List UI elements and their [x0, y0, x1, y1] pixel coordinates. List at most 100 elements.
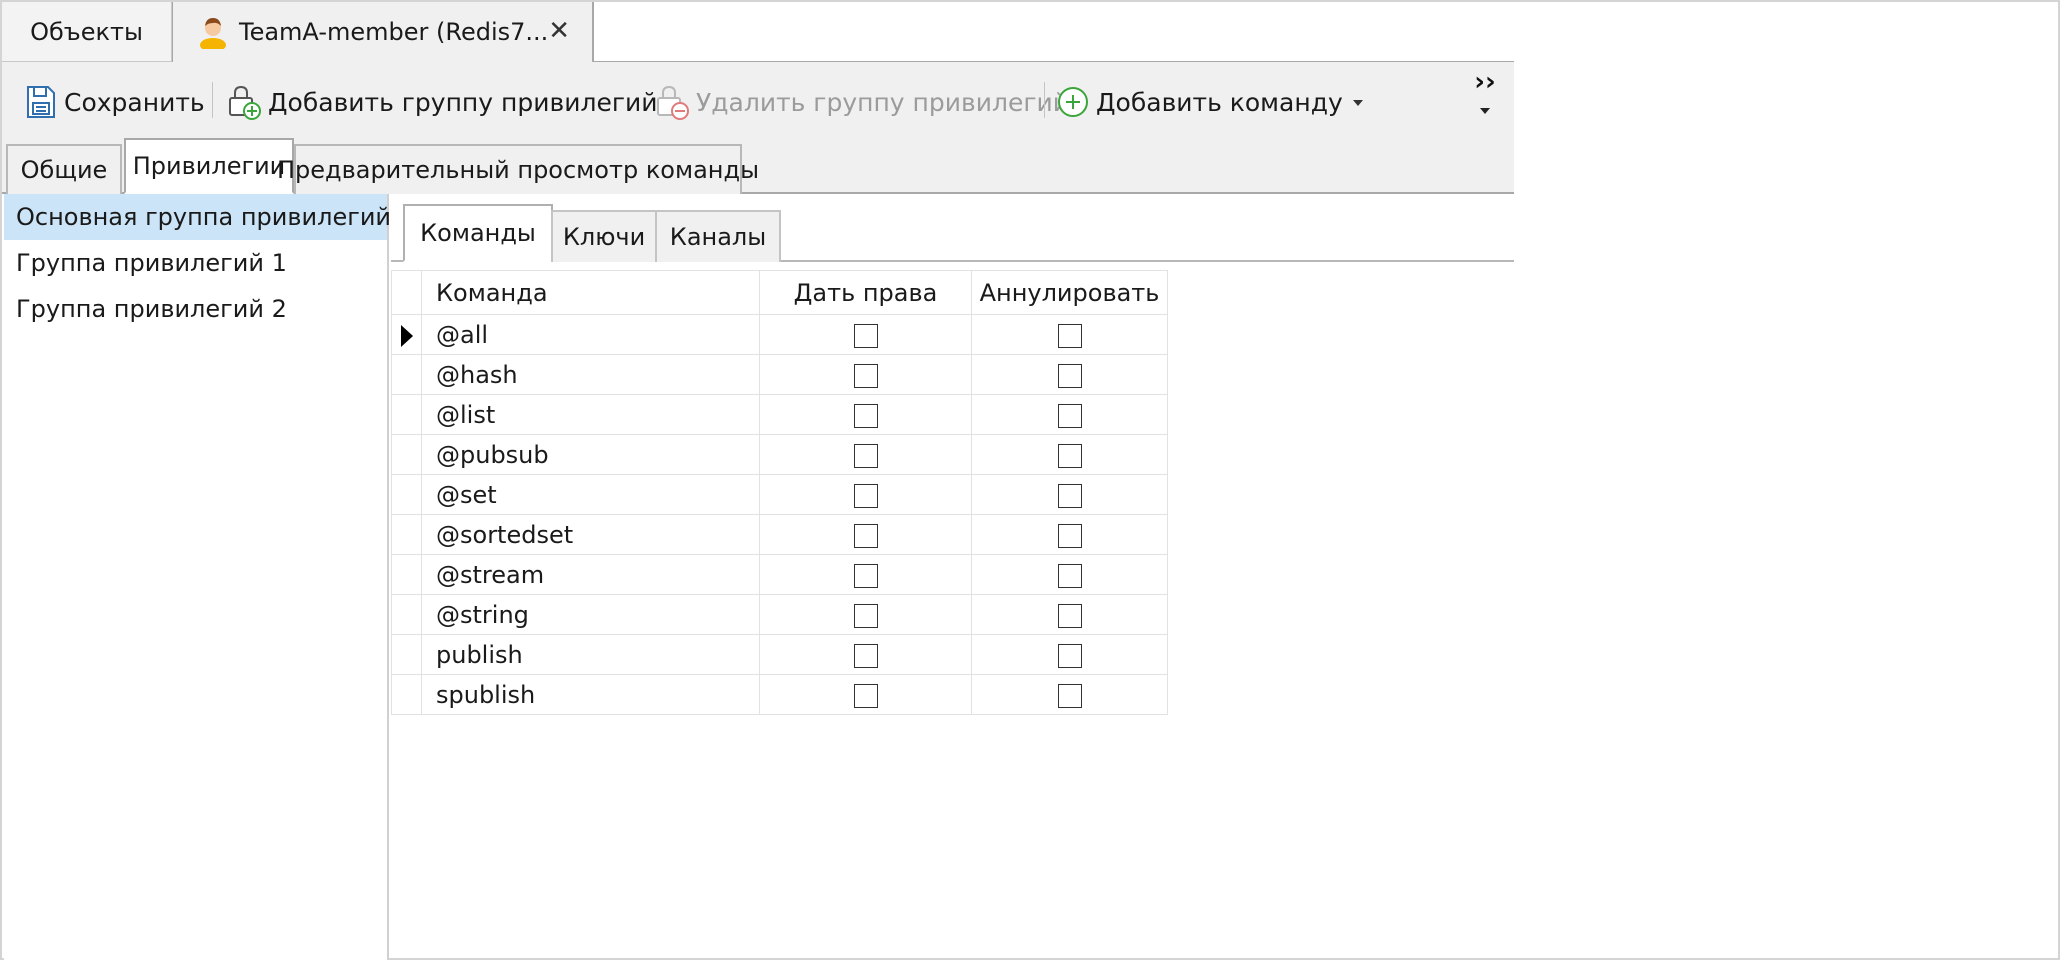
revoke-checkbox[interactable]: [1057, 443, 1082, 468]
revoke-checkbox[interactable]: [1057, 363, 1082, 388]
row-indicator[interactable]: [391, 554, 422, 595]
revoke-cell: [971, 634, 1168, 675]
grant-checkbox[interactable]: [853, 603, 878, 628]
commands-table: Команда Дать права Аннулировать @all @has…: [391, 270, 1168, 715]
revoke-cell: [971, 434, 1168, 475]
list-item-main-group[interactable]: Основная группа привилегий: [4, 194, 391, 240]
table-row[interactable]: spublish: [391, 674, 1168, 715]
column-header-revoke[interactable]: Аннулировать: [971, 270, 1168, 315]
add-lock-icon: [229, 85, 261, 120]
add-command-button[interactable]: Добавить команду: [1056, 82, 1363, 122]
row-indicator[interactable]: [391, 354, 422, 395]
revoke-checkbox[interactable]: [1057, 643, 1082, 668]
row-indicator[interactable]: [391, 474, 422, 515]
save-icon: [27, 86, 55, 118]
delete-privilege-group-button[interactable]: Удалить группу привилегий: [654, 82, 1069, 122]
add-privilege-group-button[interactable]: Добавить группу привилегий: [226, 82, 678, 122]
grant-cell: [759, 554, 972, 595]
grant-cell: [759, 634, 972, 675]
command-cell[interactable]: spublish: [421, 674, 760, 715]
table-row[interactable]: @hash: [391, 354, 1168, 395]
table-row[interactable]: publish: [391, 634, 1168, 675]
table-row[interactable]: @sortedset: [391, 514, 1168, 555]
command-cell[interactable]: @stream: [421, 554, 760, 595]
grant-checkbox[interactable]: [853, 443, 878, 468]
list-item-group-2[interactable]: Группа привилегий 2: [4, 286, 387, 332]
revoke-checkbox[interactable]: [1057, 563, 1082, 588]
tab-general[interactable]: Общие: [6, 144, 122, 194]
grant-checkbox[interactable]: [853, 403, 878, 428]
chevron-down-icon: [1480, 108, 1490, 114]
delete-lock-icon: [657, 85, 689, 120]
chevron-down-icon[interactable]: [1352, 100, 1363, 106]
save-button[interactable]: Сохранить: [24, 82, 205, 122]
revoke-checkbox[interactable]: [1057, 323, 1082, 348]
toolbar-overflow-button[interactable]: ››: [1472, 69, 1498, 126]
tab-keys-label: Ключи: [562, 223, 646, 251]
row-indicator[interactable]: [391, 674, 422, 715]
column-header-grant[interactable]: Дать права: [759, 270, 972, 315]
revoke-cell: [971, 394, 1168, 435]
privilege-group-list: Основная группа привилегий Группа привил…: [4, 194, 391, 960]
revoke-cell: [971, 314, 1168, 355]
command-cell[interactable]: @pubsub: [421, 434, 760, 475]
table-row[interactable]: @string: [391, 594, 1168, 635]
row-indicator[interactable]: [391, 394, 422, 435]
command-cell[interactable]: @string: [421, 594, 760, 635]
grant-cell: [759, 474, 972, 515]
grant-checkbox[interactable]: [853, 563, 878, 588]
tab-channels[interactable]: Каналы: [655, 210, 781, 262]
table-row[interactable]: @list: [391, 394, 1168, 435]
grant-checkbox[interactable]: [853, 363, 878, 388]
column-header-command[interactable]: Команда: [421, 270, 760, 315]
grant-checkbox[interactable]: [853, 523, 878, 548]
list-item-group-1[interactable]: Группа привилегий 1: [4, 240, 387, 286]
row-indicator[interactable]: [391, 514, 422, 555]
revoke-checkbox[interactable]: [1057, 523, 1082, 548]
grant-cell: [759, 314, 972, 355]
row-indicator[interactable]: [391, 314, 422, 355]
command-cell[interactable]: publish: [421, 634, 760, 675]
toolbar: Сохранить Добавить группу привилегий Уда…: [2, 62, 1514, 140]
grant-cell: [759, 514, 972, 555]
row-indicator[interactable]: [391, 634, 422, 675]
add-privilege-group-label: Добавить группу привилегий: [268, 87, 658, 117]
row-indicator[interactable]: [391, 434, 422, 475]
tab-command-preview[interactable]: Предварительный просмотр команды: [277, 144, 759, 194]
tab-privileges[interactable]: Привилегии: [124, 138, 294, 194]
command-cell[interactable]: @hash: [421, 354, 760, 395]
add-circle-icon: [1058, 87, 1088, 117]
tab-commands[interactable]: Команды: [403, 204, 553, 262]
revoke-checkbox[interactable]: [1057, 683, 1082, 708]
grant-cell: [759, 594, 972, 635]
delete-privilege-group-label: Удалить группу привилегий: [696, 87, 1069, 117]
grant-checkbox[interactable]: [853, 683, 878, 708]
save-button-label: Сохранить: [64, 87, 205, 117]
revoke-cell: [971, 474, 1168, 515]
command-cell[interactable]: @list: [421, 394, 760, 435]
toolbar-separator: [212, 82, 213, 118]
table-row[interactable]: @pubsub: [391, 434, 1168, 475]
tab-user-editor[interactable]: TeamA-member (Redis7... ✕: [172, 2, 594, 62]
revoke-checkbox[interactable]: [1057, 403, 1082, 428]
close-icon[interactable]: ✕: [548, 16, 570, 46]
table-row[interactable]: @set: [391, 474, 1168, 515]
row-indicator[interactable]: [391, 594, 422, 635]
revoke-cell: [971, 514, 1168, 555]
command-cell[interactable]: @set: [421, 474, 760, 515]
grant-checkbox[interactable]: [853, 483, 878, 508]
table-row[interactable]: @stream: [391, 554, 1168, 595]
grant-cell: [759, 674, 972, 715]
command-cell[interactable]: @sortedset: [421, 514, 760, 555]
tab-keys[interactable]: Ключи: [551, 210, 657, 262]
table-row[interactable]: @all: [391, 314, 1168, 355]
tab-objects[interactable]: Объекты: [2, 2, 172, 62]
grant-checkbox[interactable]: [853, 643, 878, 668]
grant-checkbox[interactable]: [853, 323, 878, 348]
revoke-cell: [971, 354, 1168, 395]
revoke-checkbox[interactable]: [1057, 483, 1082, 508]
revoke-checkbox[interactable]: [1057, 603, 1082, 628]
tab-privileges-label: Привилегии: [132, 152, 286, 180]
section-tabs: Общие Привилегии Предварительный просмот…: [2, 138, 1514, 194]
command-cell[interactable]: @all: [421, 314, 760, 355]
